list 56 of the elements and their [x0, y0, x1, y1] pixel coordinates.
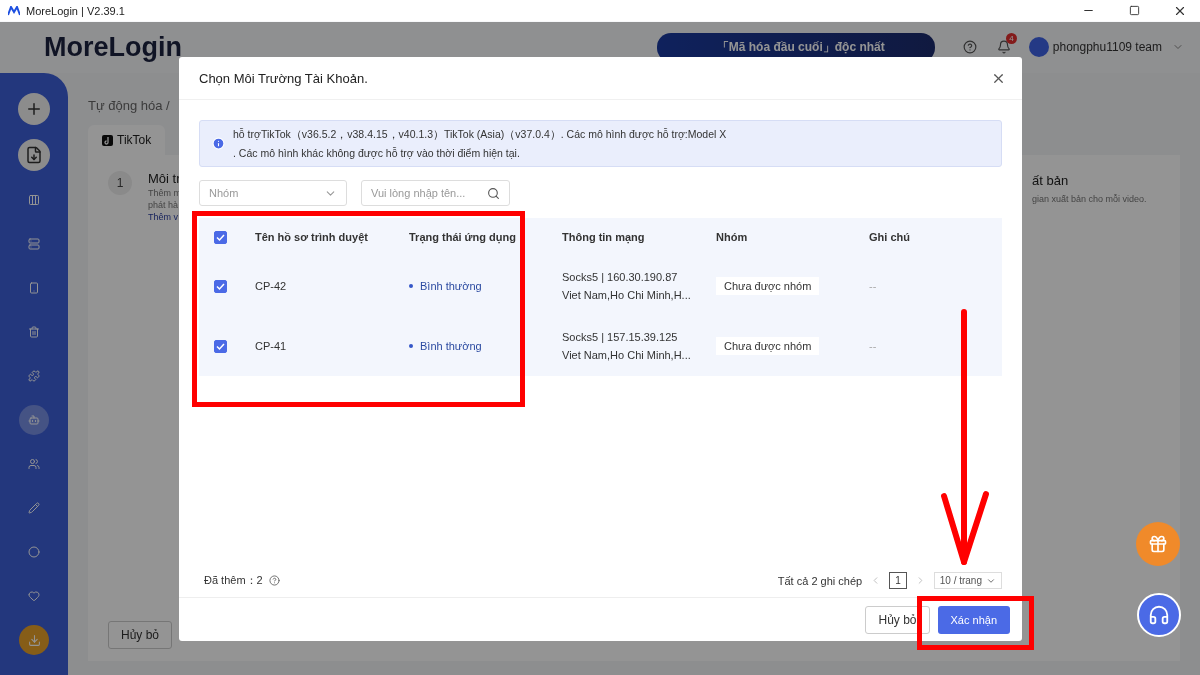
notification-bell-icon[interactable] — [996, 40, 1011, 55]
cancel-button[interactable]: Hủy bỏ — [108, 621, 173, 649]
app-logo-icon — [8, 5, 20, 16]
step-number: 1 — [108, 171, 132, 195]
avatar[interactable] — [1028, 37, 1049, 58]
group-tag: Chưa được nhóm — [716, 277, 820, 295]
column-header: Ghi chú — [869, 231, 911, 243]
group-tag: Chưa được nhóm — [716, 337, 820, 355]
dialog-title: Chọn Môi Trường Tài Khoản. — [199, 70, 368, 86]
page-size-select[interactable]: 10 / trang — [933, 572, 1002, 589]
download-icon[interactable] — [19, 625, 49, 655]
status-text: Bình thường — [409, 340, 562, 352]
confirm-button[interactable]: Xác nhận — [937, 606, 1010, 634]
step-description: phát hà — [148, 200, 180, 210]
user-name[interactable]: phongphu1109 team — [1052, 40, 1162, 55]
column-header: Trạng thái ứng dụng — [409, 231, 517, 243]
row-checkbox[interactable] — [214, 339, 227, 353]
help-icon[interactable] — [268, 575, 280, 586]
column-header: Nhóm — [716, 231, 749, 243]
notification-badge: 4 — [1006, 33, 1017, 45]
alert-text: hỗ trợTikTok（v36.5.2，v38.4.15，v40.1.3）TikTok (Asia)（v37.0.4）. Các mô hình được hỗ trợ:Model X — [233, 128, 727, 142]
help-icon[interactable] — [962, 40, 977, 55]
step-description: gian xuất bản cho mỗi video. — [1032, 194, 1148, 204]
network-info: Socks5 | 160.30.190.87 — [562, 271, 679, 283]
total-records: Tất cả 2 ghi chép — [777, 574, 863, 587]
profile-name: CP-41 — [255, 340, 288, 352]
row-checkbox[interactable] — [214, 279, 227, 293]
step-title: ất bản — [1032, 173, 1070, 188]
network-info: Viet Nam,Ho Chi Minh,H... — [562, 349, 692, 361]
maximize-icon[interactable] — [1128, 5, 1140, 17]
network-info: Socks5 | 157.15.39.125 — [562, 331, 679, 343]
profile-name: CP-42 — [255, 280, 288, 292]
window-title: MoreLogin | V2.39.1 — [26, 4, 126, 17]
cancel-button[interactable]: Hủy bỏ — [865, 606, 930, 634]
column-header: Tên hồ sơ trình duyệt — [255, 231, 369, 243]
added-count: Đã thêm：2 — [204, 573, 263, 588]
select-all-checkbox[interactable] — [214, 230, 227, 244]
note-cell-text: -- — [869, 340, 878, 352]
import-icon[interactable] — [18, 139, 50, 171]
add-icon[interactable] — [18, 93, 50, 125]
alert-text: . Các mô hình khác không được hỗ trợ vào thời điểm hiện tại. — [233, 147, 521, 159]
network-info: Viet Nam,Ho Chi Minh,H... — [562, 289, 692, 301]
headphones-icon — [1148, 604, 1170, 626]
search-field[interactable]: Vui lòng nhập tên... — [361, 180, 510, 206]
tab[interactable]: TikTok — [88, 125, 166, 155]
status-text: Bình thường — [409, 280, 562, 292]
step-title: Môi tr — [148, 171, 182, 186]
column-header: Thông tin mạng — [562, 231, 646, 243]
logo: MoreLogin — [44, 31, 183, 63]
info-icon — [212, 137, 225, 150]
tiktok-logo — [102, 134, 113, 146]
page-button[interactable]: 1 — [889, 572, 907, 589]
gift-icon — [1148, 534, 1168, 554]
note-cell-text: -- — [869, 280, 878, 292]
search-icon — [487, 186, 500, 200]
group-select[interactable]: Nhóm — [199, 180, 347, 206]
